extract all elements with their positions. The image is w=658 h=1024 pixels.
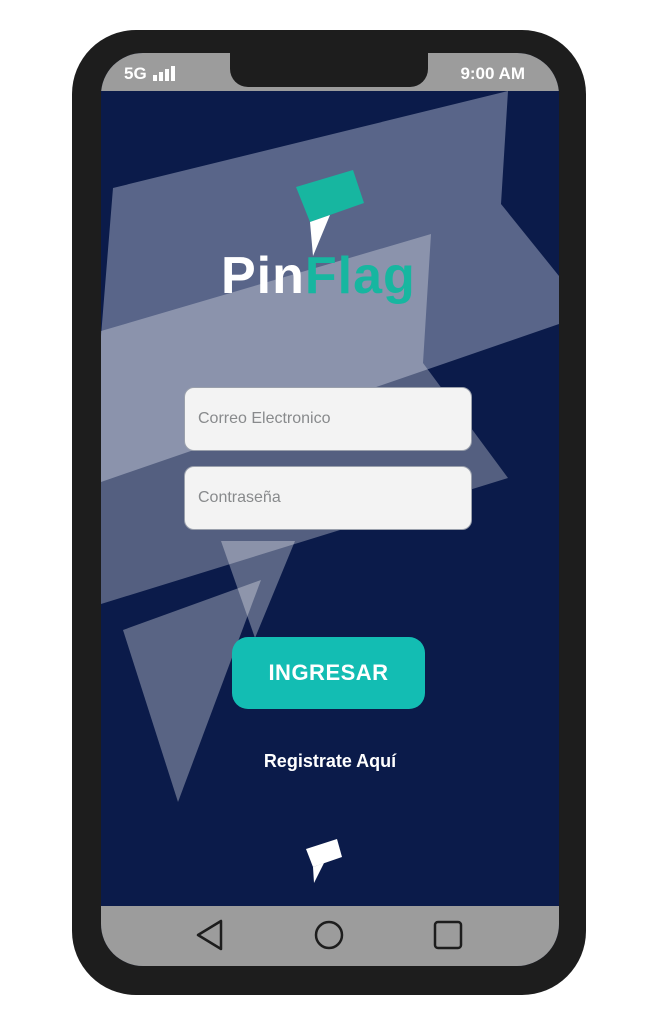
login-screen: PinFlag INGRESAR Registrate Aquí (101, 91, 559, 906)
logo-flag-icon (296, 170, 364, 256)
recents-square-icon[interactable] (431, 918, 465, 952)
status-bar: 5G 9:00 AM (101, 53, 559, 91)
phone-screen: 5G 9:00 AM PinFlag INGRESAR Registrate A… (101, 53, 559, 966)
navigation-bar (101, 906, 559, 966)
logo-text-pin: Pin (221, 247, 305, 305)
email-input[interactable] (184, 387, 472, 451)
signal-icon (153, 65, 177, 81)
camera-notch (230, 53, 428, 87)
register-link[interactable]: Registrate Aquí (101, 751, 559, 772)
back-triangle-icon[interactable] (193, 918, 227, 952)
logo-text-flag: Flag (304, 247, 416, 305)
login-button[interactable]: INGRESAR (232, 637, 425, 709)
app-logo-wordmark: PinFlag (221, 246, 416, 306)
home-circle-icon[interactable] (312, 918, 346, 952)
password-input[interactable] (184, 466, 472, 530)
clock: 9:00 AM (460, 64, 525, 83)
flag-icon (306, 839, 342, 883)
network-label: 5G (124, 64, 147, 83)
